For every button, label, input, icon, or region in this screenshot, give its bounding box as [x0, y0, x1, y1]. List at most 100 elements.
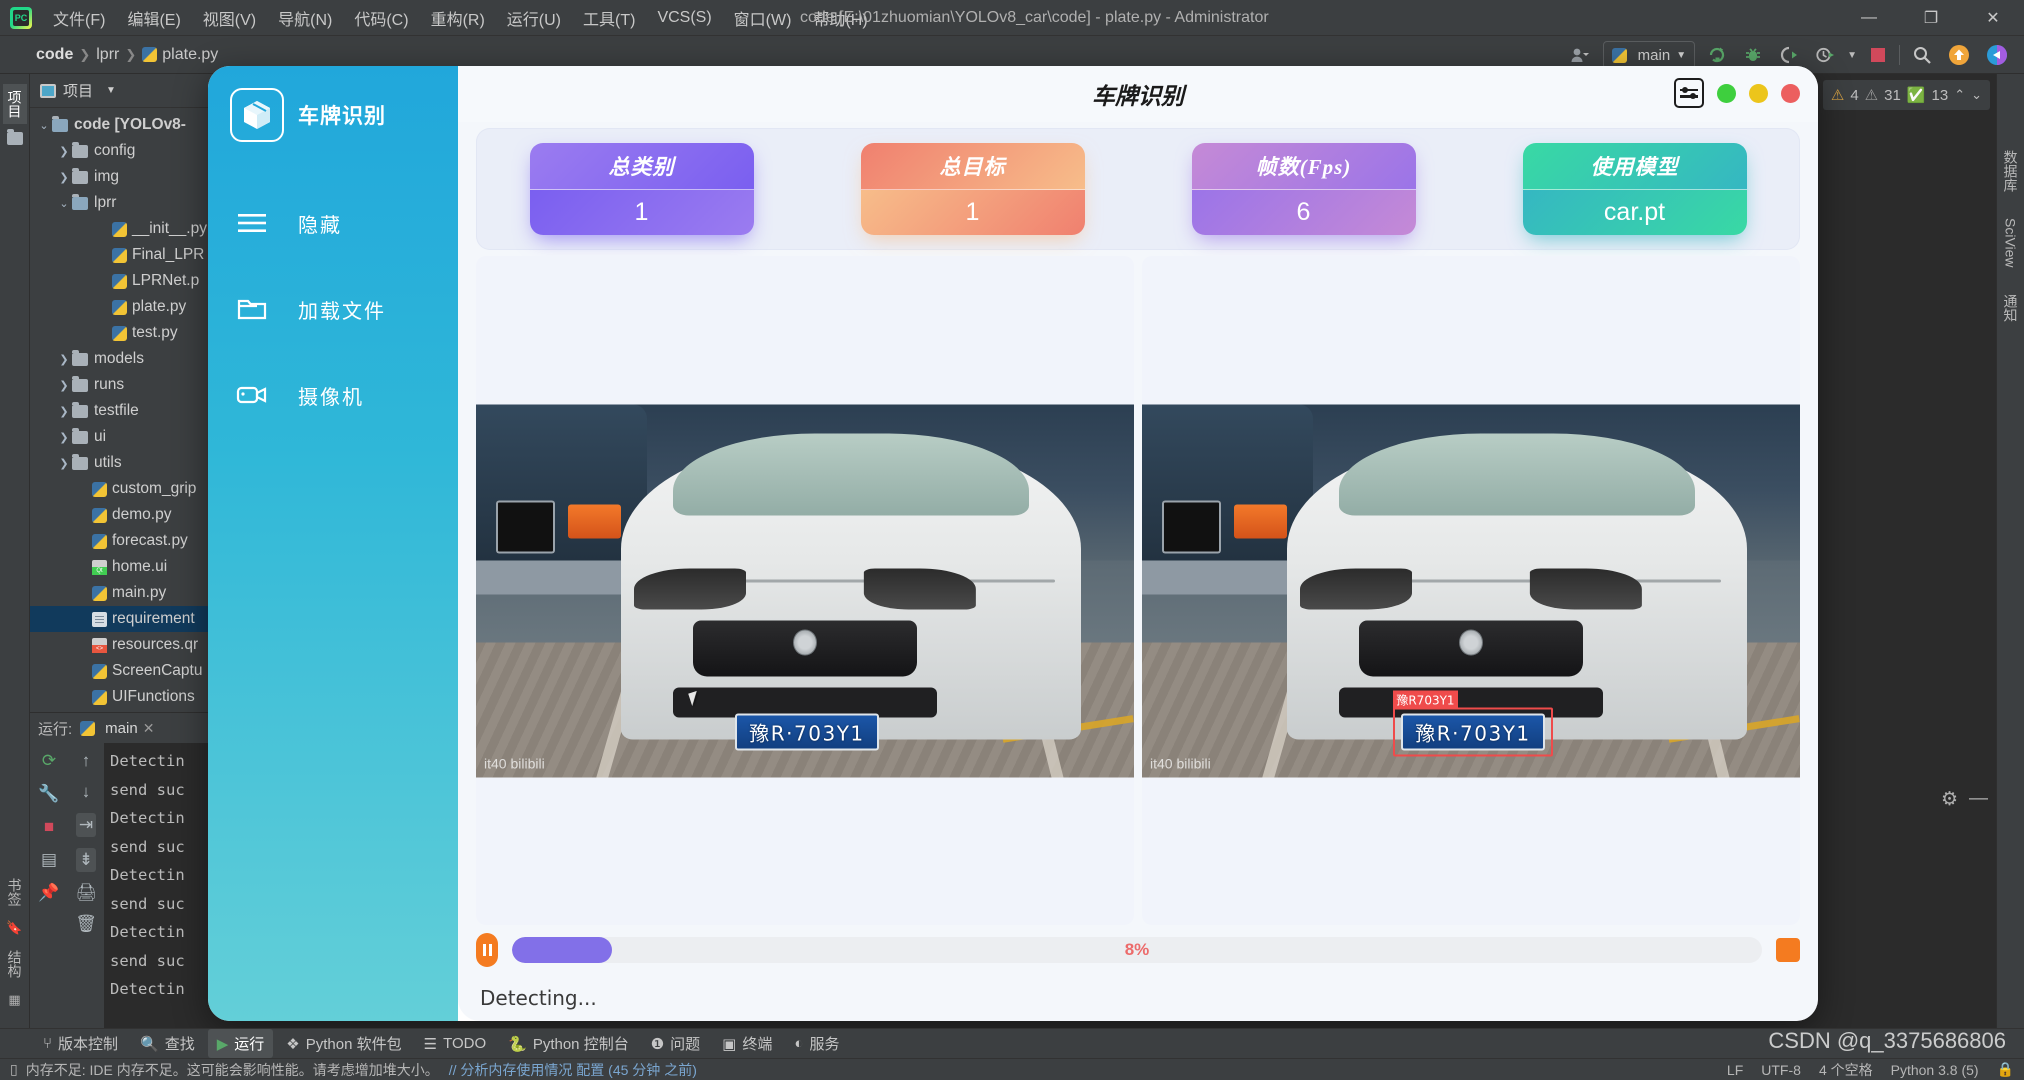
- original-video-view[interactable]: 豫R·703Y1 it40 bilibili: [476, 256, 1134, 925]
- status-encoding[interactable]: UTF-8: [1761, 1062, 1801, 1078]
- detection-video-view[interactable]: 豫R·703Y1 豫R703Y1 it40 bilibili: [1142, 256, 1800, 925]
- account-icon[interactable]: [1567, 42, 1595, 68]
- menu-item-vcs[interactable]: VCS(S): [646, 5, 722, 31]
- menu-item-view[interactable]: 视图(V): [192, 2, 267, 34]
- run-coverage-icon[interactable]: [1775, 42, 1803, 68]
- breadcrumb-code[interactable]: code: [36, 46, 73, 64]
- memory-warning[interactable]: 内存不足: IDE 内存不足。这可能会影响性能。请考虑增加堆大小。 // 分析内…: [26, 1060, 697, 1080]
- down-arrow-icon[interactable]: ↓: [82, 782, 91, 802]
- rerun-icon[interactable]: ⟳: [42, 751, 56, 771]
- chevron-right-icon[interactable]: ❯: [56, 405, 72, 418]
- menu-item-run[interactable]: 运行(U): [496, 2, 572, 34]
- up-arrow-icon[interactable]: ↑: [82, 751, 91, 771]
- soft-wrap-icon[interactable]: ⇥: [75, 813, 97, 837]
- minimize-panel-icon[interactable]: —: [1969, 788, 1988, 810]
- chevron-right-icon[interactable]: ❯: [56, 379, 72, 392]
- window-close-button[interactable]: ✕: [1962, 0, 2024, 36]
- right-tab-sciview[interactable]: SciView: [2001, 212, 2021, 274]
- stop-icon[interactable]: ■: [44, 817, 54, 837]
- menu-item-code[interactable]: 代码(C): [343, 2, 419, 34]
- sidebar-item-load-file[interactable]: 加载文件: [208, 288, 458, 330]
- chevron-right-icon[interactable]: ❯: [56, 431, 72, 444]
- app-maximize-button[interactable]: [1749, 83, 1768, 103]
- bottom-tab-问题[interactable]: ❶ 问题: [642, 1029, 709, 1058]
- app-close-button[interactable]: [1781, 83, 1800, 103]
- tree-node-label: LPRNet.p: [132, 272, 200, 289]
- menu-item-navigate[interactable]: 导航(N): [267, 2, 343, 34]
- progress-bar[interactable]: 8%: [512, 937, 1762, 963]
- structure-icon[interactable]: ▦: [8, 992, 20, 1008]
- tree-node-label: img: [94, 168, 119, 185]
- sidebar-item-camera[interactable]: 摄像机: [208, 374, 458, 416]
- chevron-right-icon[interactable]: ❯: [56, 353, 72, 366]
- menu-item-refactor[interactable]: 重构(R): [420, 2, 496, 34]
- folder-icon[interactable]: [6, 129, 23, 145]
- run-tab-main[interactable]: main ✕: [80, 720, 154, 737]
- chevron-down-icon[interactable]: ⌄: [56, 197, 72, 210]
- rerun-icon[interactable]: [1703, 42, 1731, 68]
- scroll-to-end-icon[interactable]: ⇟: [75, 848, 97, 872]
- pin-icon[interactable]: 📌: [38, 883, 59, 903]
- left-tab-structure[interactable]: 结构: [3, 944, 27, 984]
- bottom-tab-TODO[interactable]: ☰ TODO: [415, 1031, 496, 1057]
- inspections-widget[interactable]: ⚠ 4 ⚠ 31 ✅ 13 ⌃ ⌄: [1822, 80, 1990, 110]
- chevron-down-icon[interactable]: ⌄: [36, 119, 52, 132]
- bottom-tab-终端[interactable]: ▣ 终端: [713, 1029, 781, 1058]
- gear-icon[interactable]: ⚙: [1941, 788, 1958, 811]
- sliders-settings-icon[interactable]: [1674, 78, 1704, 108]
- chevron-down-icon[interactable]: ⌄: [1971, 87, 1982, 103]
- status-line-separator[interactable]: LF: [1727, 1062, 1743, 1078]
- chevron-up-icon[interactable]: ⌃: [1954, 87, 1965, 103]
- folder-src-icon: [72, 193, 88, 210]
- breadcrumb-lprr[interactable]: lprr: [96, 46, 119, 64]
- wrench-icon[interactable]: 🔧: [38, 784, 59, 804]
- stop-button[interactable]: [1776, 938, 1800, 962]
- left-tool-strip: 项目 书签 🔖 结构 ▦: [0, 74, 30, 1030]
- breadcrumb-plate-py[interactable]: plate.py: [142, 46, 218, 64]
- tree-node-label: home.ui: [112, 558, 168, 575]
- chevron-down-icon[interactable]: ▼: [106, 85, 116, 96]
- stop-icon[interactable]: [1865, 42, 1891, 68]
- close-icon[interactable]: ✕: [143, 720, 155, 737]
- menu-item-tools[interactable]: 工具(T): [572, 2, 646, 34]
- profile-icon[interactable]: [1811, 42, 1839, 68]
- debug-icon[interactable]: [1739, 42, 1767, 68]
- pause-button[interactable]: [476, 933, 498, 967]
- chevron-right-icon[interactable]: ❯: [56, 145, 72, 158]
- sidebar-item-hide[interactable]: 隐藏: [208, 202, 458, 244]
- memory-warning-links[interactable]: // 分析内存使用情况 配置 (45 分钟 之前): [449, 1060, 697, 1080]
- chevron-right-icon[interactable]: ❯: [56, 457, 72, 470]
- status-interpreter[interactable]: Python 3.8 (5): [1891, 1062, 1979, 1078]
- bottom-tab-服务[interactable]: ◐ 服务: [785, 1029, 848, 1058]
- bookmark-icon[interactable]: 🔖: [6, 920, 22, 936]
- right-tab-notifications[interactable]: 通知: [1999, 288, 2023, 328]
- run-configuration-selector[interactable]: main ▼: [1602, 41, 1696, 69]
- menu-item-file[interactable]: 文件(F): [42, 2, 116, 34]
- app-minimize-button[interactable]: [1717, 83, 1736, 103]
- cube-logo-icon[interactable]: [230, 88, 284, 142]
- window-minimize-button[interactable]: —: [1838, 0, 1900, 36]
- bottom-tab-label: 问题: [670, 1036, 701, 1053]
- left-tab-project[interactable]: 项目: [2, 84, 27, 124]
- layout-icon[interactable]: ▤: [41, 850, 57, 870]
- print-icon[interactable]: 🖨: [75, 883, 97, 903]
- bottom-tab-查找[interactable]: 🔍 查找: [131, 1029, 204, 1058]
- window-maximize-button[interactable]: ❐: [1900, 0, 1962, 36]
- bottom-tab-版本控制[interactable]: ⑂ 版本控制: [34, 1029, 127, 1058]
- menu-item-window[interactable]: 窗口(W): [723, 2, 803, 34]
- chevron-right-icon[interactable]: ❯: [56, 171, 72, 184]
- status-indent[interactable]: 4 个空格: [1819, 1060, 1873, 1080]
- update-icon[interactable]: [1944, 42, 1974, 68]
- right-tab-database[interactable]: 数据库: [1999, 144, 2023, 198]
- bottom-tab-Python 软件包[interactable]: ❖ Python 软件包: [277, 1029, 410, 1058]
- left-tab-bookmarks[interactable]: 书签: [3, 872, 27, 912]
- ai-assistant-icon[interactable]: [1982, 42, 2012, 68]
- menu-item-edit[interactable]: 编辑(E): [116, 2, 191, 34]
- search-icon[interactable]: [1908, 42, 1936, 68]
- tree-node-label: ui: [94, 428, 107, 445]
- lock-icon[interactable]: 🔒: [1997, 1061, 2014, 1078]
- bottom-tab-Python 控制台[interactable]: 🐍 Python 控制台: [499, 1029, 638, 1058]
- trash-icon[interactable]: 🗑: [75, 914, 97, 934]
- chevron-down-icon[interactable]: ▼: [1847, 50, 1857, 61]
- bottom-tab-运行[interactable]: ▶ 运行: [207, 1029, 274, 1058]
